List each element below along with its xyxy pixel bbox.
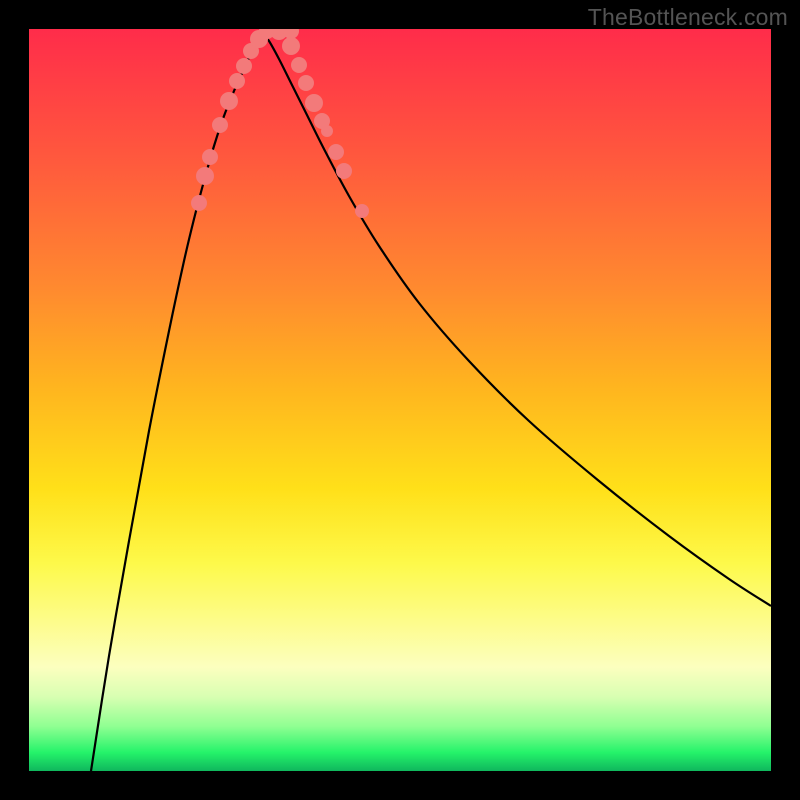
marker-left-4: [220, 92, 238, 110]
curve-group: [91, 31, 771, 771]
marker-group: [191, 29, 369, 218]
marker-right-1: [291, 57, 307, 73]
marker-left-6: [236, 58, 252, 74]
marker-left-2: [202, 149, 218, 165]
marker-left-0: [191, 195, 207, 211]
curve-left: [91, 31, 261, 771]
chart-plot-area: [29, 29, 771, 771]
marker-right-7: [336, 163, 352, 179]
marker-left-3: [212, 117, 228, 133]
marker-right-2: [298, 75, 314, 91]
marker-right-3: [305, 94, 323, 112]
marker-left-5: [229, 73, 245, 89]
marker-left-1: [196, 167, 214, 185]
curve-right: [261, 31, 771, 606]
watermark-text: TheBottleneck.com: [588, 4, 788, 31]
marker-right-6: [328, 144, 344, 160]
marker-right-5: [321, 125, 333, 137]
marker-right-8: [355, 204, 369, 218]
marker-right-0: [282, 37, 300, 55]
chart-svg: [29, 29, 771, 771]
